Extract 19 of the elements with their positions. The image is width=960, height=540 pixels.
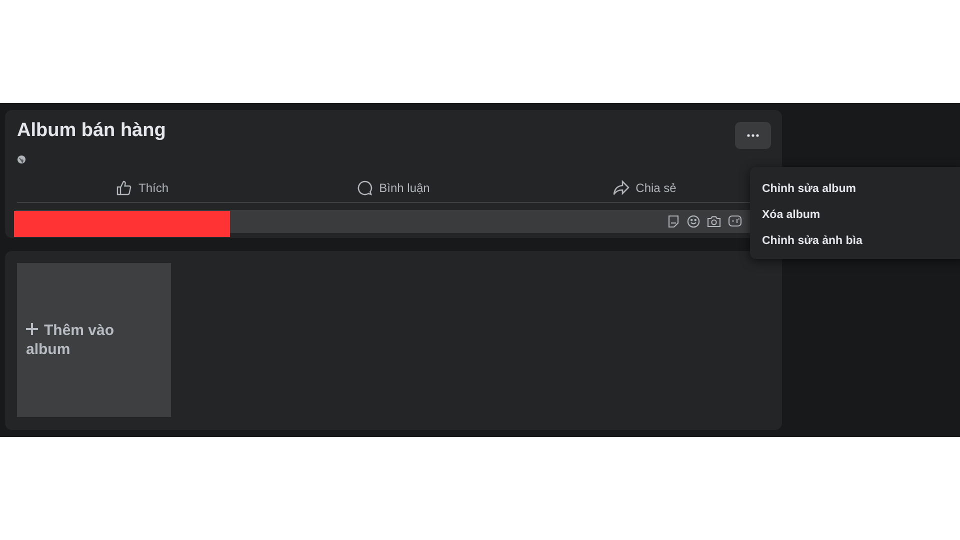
- sticker-icon: [667, 215, 680, 228]
- album-title: Album bán hàng: [17, 120, 166, 142]
- more-icon: [747, 134, 759, 137]
- share-button[interactable]: Chia sẻ: [612, 179, 676, 197]
- camera-icon: [707, 215, 721, 228]
- share-arrow-icon: [612, 180, 630, 196]
- menu-item[interactable]: Xóa album: [750, 202, 960, 228]
- thumbs-up-icon: [116, 180, 132, 196]
- menu-item[interactable]: Chỉnh sửa ảnh bìa: [750, 228, 960, 254]
- plus-icon: [26, 323, 38, 335]
- gif-icon: [728, 215, 742, 227]
- more-options-button[interactable]: [735, 122, 771, 149]
- smiley-icon: [687, 215, 700, 228]
- comment-button[interactable]: Bình luận: [357, 179, 430, 197]
- globe-icon: [17, 155, 26, 164]
- add-to-album-tile[interactable]: Thêm vào album: [17, 263, 171, 417]
- menu-item[interactable]: Chỉnh sửa album: [750, 176, 960, 202]
- speech-bubble-icon: [357, 180, 374, 196]
- like-button[interactable]: Thích: [116, 179, 168, 197]
